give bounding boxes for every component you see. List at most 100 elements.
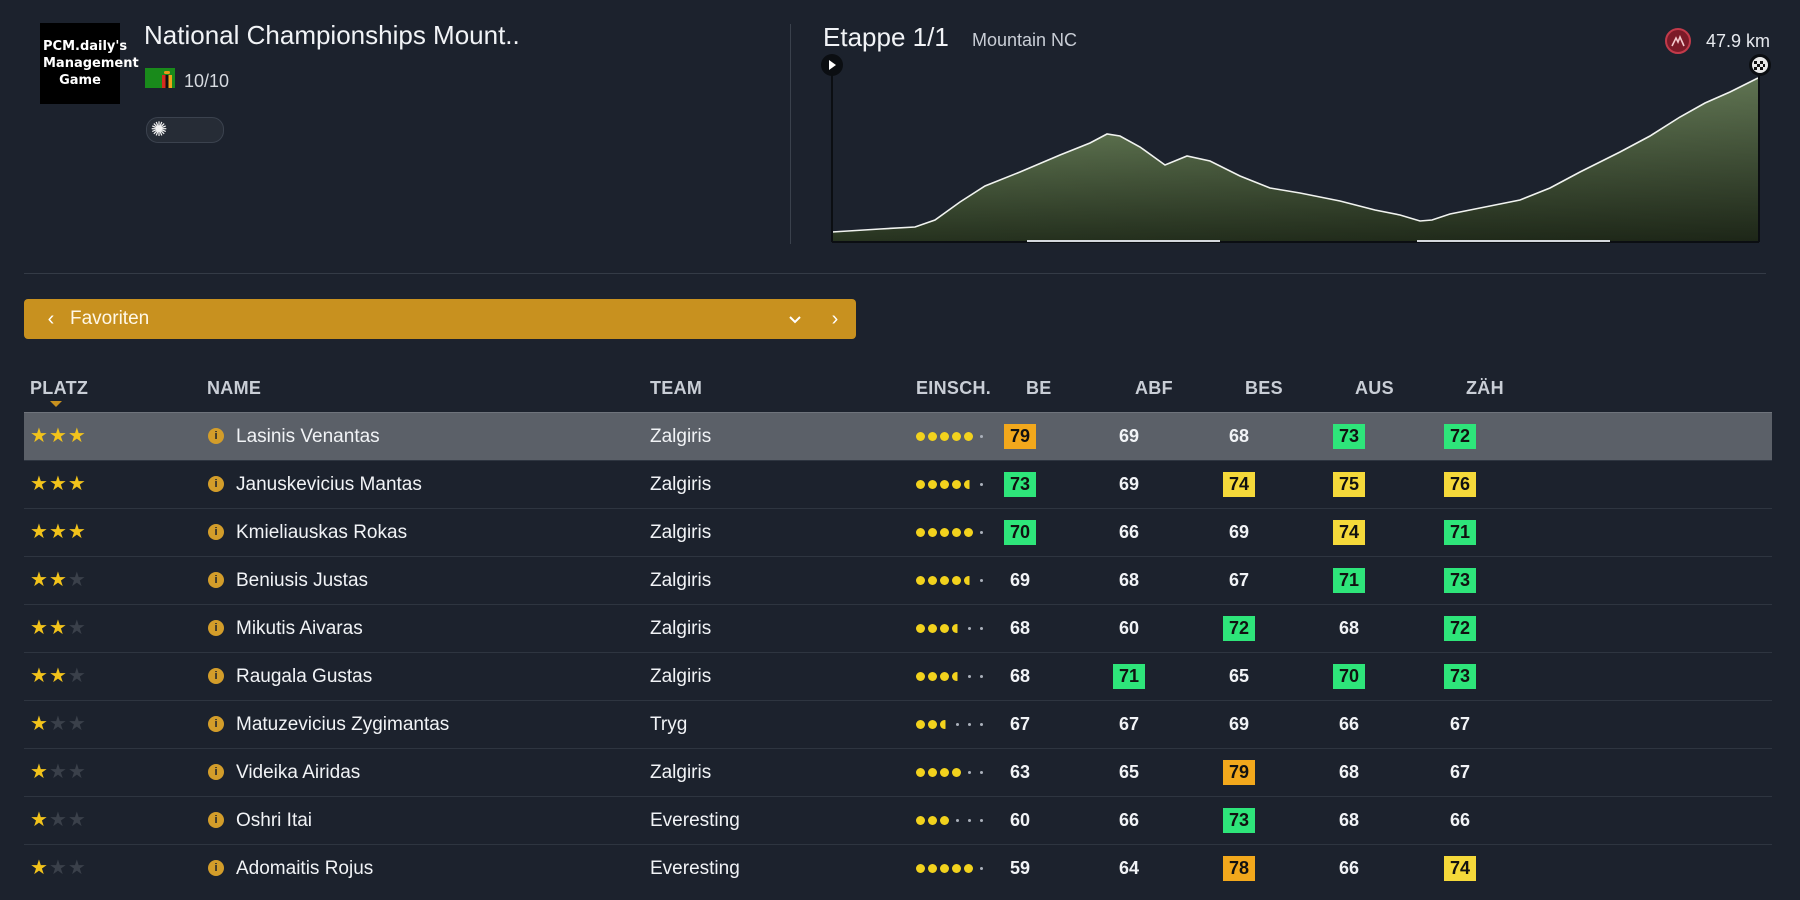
form-indicator	[916, 623, 988, 633]
star-rating: ★★★	[30, 749, 87, 796]
form-dot-icon	[952, 431, 961, 441]
table-row[interactable]: ★★★ i Oshri Itai Everesting 60 66 73 68 66	[24, 796, 1772, 844]
table-row[interactable]: ★★★ i Matuzevicius Zygimantas Tryg 67 67 69 66 6…	[24, 700, 1772, 748]
form-dot-icon	[952, 863, 961, 873]
form-dot-icon	[964, 431, 973, 441]
stat-bes: 69	[1228, 714, 1250, 734]
star-rating: ★★★	[30, 797, 87, 844]
star-icon: ★	[30, 761, 49, 783]
stat-abf: 68	[1118, 570, 1140, 590]
rider-name[interactable]: Januskevicius Mantas	[236, 461, 422, 508]
info-icon[interactable]: i	[208, 428, 224, 444]
rider-name[interactable]: Kmieliauskas Rokas	[236, 509, 407, 556]
star-icon: ★	[48, 857, 68, 879]
column-header-bes[interactable]: BES	[1245, 378, 1283, 399]
info-icon[interactable]: i	[208, 620, 224, 636]
info-icon[interactable]: i	[208, 764, 224, 780]
race-title: National Championships Mount..	[144, 20, 520, 50]
column-header-einsch[interactable]: EINSCH.	[916, 378, 991, 399]
star-icon: ★	[67, 473, 87, 495]
column-header-platz[interactable]: PLATZ	[30, 378, 88, 399]
stat-be: 68	[1009, 618, 1031, 638]
info-icon[interactable]: i	[208, 812, 224, 828]
chevron-left-icon[interactable]: ‹	[34, 299, 68, 339]
info-icon[interactable]: i	[208, 860, 224, 876]
form-dot-icon	[916, 575, 925, 585]
stage-distance: 47.9 km	[1706, 31, 1771, 51]
form-dot-icon	[940, 575, 949, 585]
table-row[interactable]: ★★★ i Mikutis Aivaras Zalgiris 68 60 72 68 72	[24, 604, 1772, 652]
form-dot-icon	[928, 431, 937, 441]
rider-table: ★★★ i Lasinis Venantas Zalgiris 79 69 68 73 72 ★★…	[24, 412, 1772, 892]
form-dot-icon	[940, 479, 949, 489]
star-rating: ★★★	[30, 605, 87, 652]
star-icon: ★	[67, 761, 87, 783]
form-indicator	[916, 575, 988, 585]
star-icon: ★	[67, 521, 87, 543]
info-icon[interactable]: i	[208, 476, 224, 492]
star-icon: ★	[67, 665, 87, 687]
stat-bes: 73	[1223, 808, 1255, 833]
table-row[interactable]: ★★★ i Videika Airidas Zalgiris 63 65 79 68 67	[24, 748, 1772, 796]
form-dot-icon	[952, 623, 961, 633]
form-dot-icon	[928, 671, 937, 681]
table-row[interactable]: ★★★ i Beniusis Justas Zalgiris 69 68 67 71 73	[24, 556, 1772, 604]
star-icon: ★	[30, 665, 49, 687]
rider-name[interactable]: Beniusis Justas	[236, 557, 368, 604]
form-dot-icon	[980, 482, 983, 486]
star-icon: ★	[30, 617, 49, 639]
rider-name[interactable]: Lasinis Venantas	[236, 413, 380, 460]
table-row[interactable]: ★★★ i Raugala Gustas Zalgiris 68 71 65 70 73	[24, 652, 1772, 700]
column-header-name[interactable]: NAME	[207, 378, 261, 399]
column-header-aus[interactable]: AUS	[1355, 378, 1394, 399]
form-dot-icon	[956, 818, 959, 822]
column-header-be[interactable]: BE	[1026, 378, 1052, 399]
table-row[interactable]: ★★★ i Kmieliauskas Rokas Zalgiris 70 66 69 74 71	[24, 508, 1772, 556]
stat-aus: 75	[1333, 472, 1365, 497]
chevron-right-icon[interactable]: ›	[818, 299, 852, 339]
stage-profile-chart[interactable]	[820, 52, 1772, 252]
column-header-team[interactable]: TEAM	[650, 378, 702, 399]
info-icon[interactable]: i	[208, 668, 224, 684]
form-dot-icon	[980, 770, 983, 774]
info-icon[interactable]: i	[208, 716, 224, 732]
chevron-down-icon[interactable]	[778, 299, 812, 339]
star-rating: ★★★	[30, 509, 87, 556]
rider-name[interactable]: Mikutis Aivaras	[236, 605, 363, 652]
rider-name[interactable]: Matuzevicius Zygimantas	[236, 701, 449, 748]
rider-name[interactable]: Raugala Gustas	[236, 653, 372, 700]
column-header-abf[interactable]: ABF	[1135, 378, 1173, 399]
sun-icon: ✺	[147, 118, 171, 142]
form-dot-icon	[980, 578, 983, 582]
race-count: 10/10	[184, 71, 230, 91]
stat-bes: 79	[1223, 760, 1255, 785]
info-icon[interactable]: i	[208, 524, 224, 540]
stat-abf: 66	[1118, 522, 1140, 542]
country-flag	[145, 68, 175, 88]
filter-bar: ‹ Favoriten ›	[24, 299, 856, 339]
form-dot-icon	[968, 674, 971, 678]
form-dot-icon	[980, 722, 983, 726]
table-row[interactable]: ★★★ i Adomaitis Rojus Everesting 59 64 78 66 74	[24, 844, 1772, 892]
rider-name[interactable]: Adomaitis Rojus	[236, 845, 373, 892]
table-row[interactable]: ★★★ i Lasinis Venantas Zalgiris 79 69 68 73 72	[24, 412, 1772, 460]
info-icon[interactable]: i	[208, 572, 224, 588]
form-dot-icon	[952, 575, 961, 585]
form-dot-icon	[964, 575, 973, 585]
form-indicator	[916, 479, 988, 489]
rider-team: Zalgiris	[650, 762, 712, 783]
stat-be: 69	[1009, 570, 1031, 590]
table-row[interactable]: ★★★ i Januskevicius Mantas Zalgiris 73 69 74 75…	[24, 460, 1772, 508]
stat-bes: 67	[1228, 570, 1250, 590]
star-icon: ★	[30, 809, 49, 831]
star-icon: ★	[30, 857, 49, 879]
column-header-zah[interactable]: ZÄH	[1466, 378, 1504, 399]
rider-name[interactable]: Oshri Itai	[236, 797, 312, 844]
filter-label[interactable]: Favoriten	[70, 299, 149, 339]
rider-name[interactable]: Videika Airidas	[236, 749, 360, 796]
star-icon: ★	[48, 521, 68, 543]
form-indicator	[916, 719, 988, 729]
rider-team: Everesting	[650, 858, 740, 879]
form-dot-icon	[952, 479, 961, 489]
logo-text: PCM.daily's Management Game	[43, 39, 139, 88]
